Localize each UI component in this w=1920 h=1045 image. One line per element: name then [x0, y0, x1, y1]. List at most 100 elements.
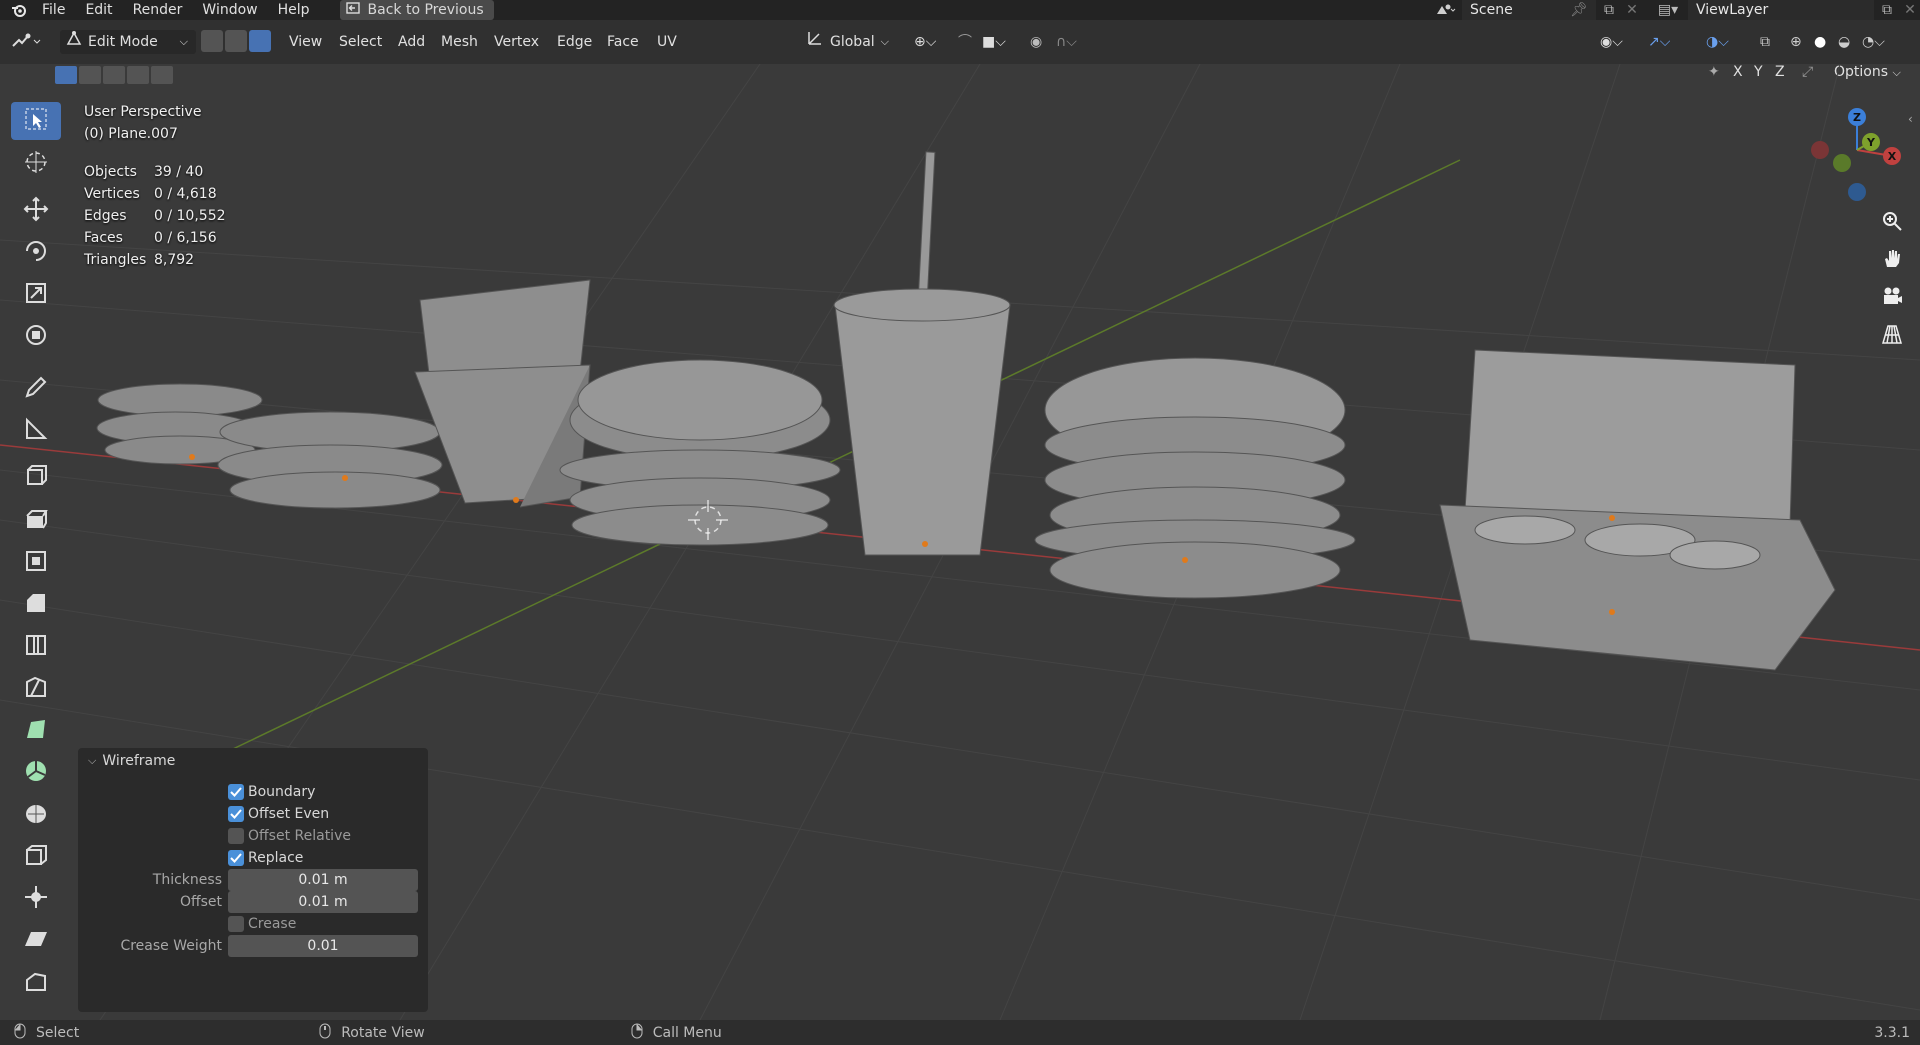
wireframe-shading-icon[interactable]: ⊕ [1790, 30, 1802, 54]
gizmo-toggle-icon[interactable]: ↗⌵ [1648, 30, 1670, 54]
replace-label: Replace [248, 850, 304, 866]
wireframe-panel-header[interactable]: ⌵ Wireframe [88, 753, 175, 769]
back-to-previous-button[interactable]: Back to Previous [339, 0, 494, 20]
cursor-tool[interactable] [11, 145, 61, 183]
solid-shading-icon[interactable]: ● [1814, 30, 1826, 54]
shear-tool[interactable] [11, 922, 61, 960]
view-layer-name: ViewLayer [1696, 2, 1769, 18]
scene-icon[interactable] [1428, 2, 1462, 18]
replace-option[interactable]: Replace [78, 847, 428, 869]
view-layer-field[interactable]: ViewLayer [1688, 0, 1874, 20]
xray-icon[interactable]: ⧉ [1760, 30, 1770, 54]
vertex-select-mode-button[interactable] [201, 30, 223, 52]
stat-value: 8,792 [154, 252, 195, 268]
delete-view-layer-icon[interactable]: ✕ [1900, 2, 1920, 18]
zoom-icon[interactable] [1874, 203, 1910, 239]
face-select-mode-button[interactable] [249, 30, 271, 52]
scale-tool[interactable] [11, 276, 61, 314]
camera-view-icon[interactable] [1874, 278, 1910, 314]
menu-uv[interactable]: UV [657, 30, 677, 54]
offset-field[interactable]: 0.01 m [228, 891, 418, 913]
falloff-icon[interactable]: ∩⌵ [1056, 30, 1077, 54]
snap-target-icon[interactable]: ■⌵ [982, 30, 1006, 54]
sandwich-stack-model[interactable] [96, 383, 443, 509]
select-box-tool[interactable] [11, 102, 61, 140]
menu-edit[interactable]: Edit [75, 0, 122, 20]
gizmo-x-label: X [1888, 150, 1897, 163]
new-view-layer-icon[interactable]: ⧉ [1874, 2, 1900, 18]
back-icon [345, 2, 360, 18]
loop-cut-tool[interactable] [11, 628, 61, 666]
inset-tool[interactable] [11, 544, 61, 582]
menu-add[interactable]: Add [398, 30, 425, 54]
edge-slide-tool[interactable] [11, 838, 61, 876]
rotate-tool[interactable] [11, 234, 61, 272]
knife-tool[interactable] [11, 670, 61, 708]
menu-file[interactable]: File [32, 0, 75, 20]
annotate-tool[interactable] [11, 370, 61, 408]
rendered-shading-icon[interactable]: ◔⌵ [1862, 30, 1885, 54]
menu-edge[interactable]: Edge [557, 30, 592, 54]
thickness-field[interactable]: 0.01 m [228, 869, 418, 891]
stat-label: Triangles [84, 252, 147, 268]
blender-logo-icon[interactable] [6, 0, 32, 20]
menu-select[interactable]: Select [339, 30, 382, 54]
perspective-toggle-icon[interactable] [1874, 316, 1910, 352]
stat-row: Faces 0 / 6,156 [84, 227, 226, 249]
crease-weight-field[interactable]: 0.01 [228, 935, 418, 957]
offset-even-checkbox[interactable] [228, 806, 244, 822]
bevel-tool[interactable] [11, 586, 61, 624]
pan-hand-icon[interactable] [1874, 240, 1910, 276]
gizmo-neg-y-axis[interactable] [1833, 154, 1851, 172]
big-burger-model[interactable] [1034, 357, 1356, 599]
menu-view[interactable]: View [289, 30, 322, 54]
overlays-icon[interactable]: ◑⌵ [1706, 30, 1729, 54]
offset-relative-checkbox[interactable] [228, 828, 244, 844]
transform-tool[interactable] [11, 318, 61, 356]
menu-help[interactable]: Help [268, 0, 320, 20]
smooth-tool[interactable] [11, 796, 61, 834]
sidebar-toggle-icon[interactable]: ‹ [1908, 112, 1913, 126]
spin-tool[interactable] [11, 754, 61, 792]
crease-checkbox[interactable] [228, 916, 244, 932]
snap-icon[interactable]: ⌒ [958, 30, 972, 54]
poly-build-tool[interactable] [11, 712, 61, 750]
pivot-point-icon[interactable]: ⊕⌵ [914, 30, 936, 54]
scene-name-field[interactable]: Scene 📌︎ [1462, 0, 1596, 20]
new-scene-icon[interactable]: ⧉ [1596, 2, 1622, 18]
transform-orientation-dropdown[interactable]: Global ⌵ [806, 30, 889, 54]
rip-region-tool[interactable] [11, 964, 61, 1002]
add-cube-tool[interactable] [11, 458, 61, 496]
offset-relative-option[interactable]: Offset Relative [78, 825, 428, 847]
edge-select-mode-button[interactable] [225, 30, 247, 52]
boundary-checkbox[interactable] [228, 784, 244, 800]
pin-icon[interactable]: 📌︎ [1570, 2, 1588, 18]
navigation-gizmo[interactable]: Z X Y [1802, 102, 1912, 212]
visibility-icon[interactable]: ◉⌵ [1600, 30, 1623, 54]
menu-window[interactable]: Window [192, 0, 267, 20]
gizmo-neg-z-axis[interactable] [1848, 183, 1866, 201]
menu-mesh[interactable]: Mesh [441, 30, 478, 54]
editor-type-icon[interactable] [10, 30, 42, 54]
extrude-tool[interactable] [11, 502, 61, 540]
menu-face[interactable]: Face [607, 30, 639, 54]
crease-option[interactable]: Crease [78, 913, 428, 935]
burger-model[interactable] [559, 359, 841, 546]
stat-row: Vertices 0 / 4,618 [84, 183, 226, 205]
view-layer-icon[interactable]: ▤▾ [1648, 2, 1688, 18]
proportional-editing-icon[interactable]: ◉ [1030, 30, 1042, 54]
menu-vertex[interactable]: Vertex [494, 30, 539, 54]
move-tool[interactable] [11, 192, 61, 230]
delete-scene-icon[interactable]: ✕ [1622, 2, 1642, 18]
gizmo-neg-x-axis[interactable] [1811, 141, 1829, 159]
measure-tool[interactable] [11, 412, 61, 450]
material-shading-icon[interactable]: ◒ [1838, 30, 1850, 54]
drink-cup-model[interactable] [833, 151, 1011, 556]
menu-render[interactable]: Render [123, 0, 193, 20]
nugget-box-model[interactable] [1439, 349, 1836, 671]
replace-checkbox[interactable] [228, 850, 244, 866]
mode-dropdown[interactable]: Edit Mode ⌵ [60, 30, 196, 54]
offset-even-option[interactable]: Offset Even [78, 803, 428, 825]
boundary-option[interactable]: Boundary [78, 781, 428, 803]
shrink-fatten-tool[interactable] [11, 880, 61, 918]
